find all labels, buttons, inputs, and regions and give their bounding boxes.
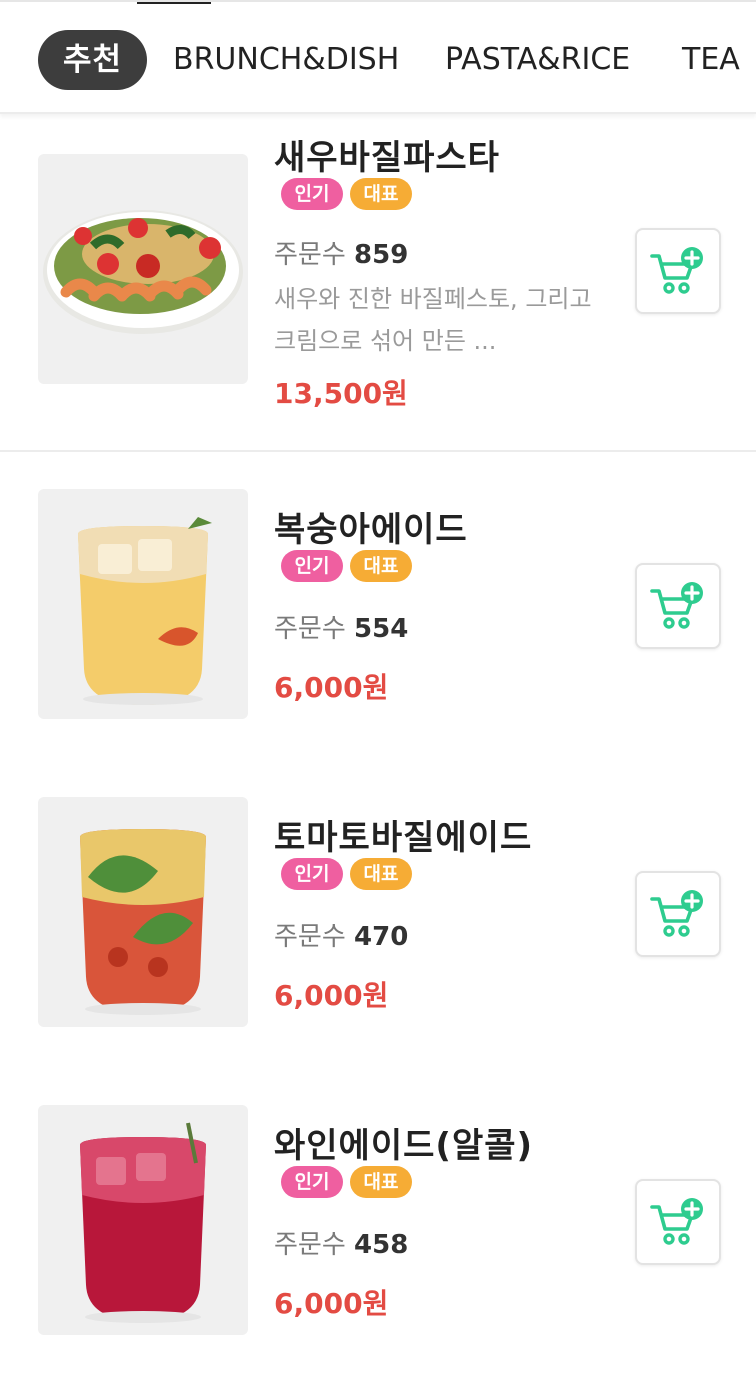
order-count-label: 주문수: [274, 240, 346, 270]
order-count-value: 859: [354, 240, 409, 270]
menu-item[interactable]: 새우바질파스타 인기 대표 주문수 859 새우와 진한 바질페스토, 그리고 …: [0, 138, 756, 452]
menu-item-name: 새우바질파스타: [274, 138, 500, 178]
badge-popular: 인기: [281, 858, 343, 890]
menu-item-name: 토마토바질에이드: [274, 818, 533, 858]
badge-popular: 인기: [281, 550, 343, 582]
order-count-label: 주문수: [274, 1230, 346, 1260]
menu-item-image: [38, 1105, 248, 1335]
order-count: 주문수 554: [274, 608, 408, 645]
badge-signature: 대표: [350, 858, 412, 890]
order-count: 주문수 458: [274, 1224, 408, 1261]
tab-pasta-rice[interactable]: PASTA&RICE: [445, 30, 630, 90]
menu-item[interactable]: 복숭아에이드 인기 대표 주문수 554 6,000원: [0, 452, 756, 762]
tab-tea[interactable]: TEA: [682, 30, 740, 90]
scroll-indicator: [137, 2, 211, 4]
badge-signature: 대표: [350, 1166, 412, 1198]
add-to-cart-icon: [650, 582, 703, 629]
menu-item-price: 6,000원: [274, 1287, 389, 1320]
badge-popular: 인기: [281, 1166, 343, 1198]
order-count-value: 458: [354, 1230, 409, 1260]
order-count-value: 554: [354, 614, 409, 644]
add-to-cart-button[interactable]: [635, 563, 721, 649]
menu-item-description: 새우와 진한 바질페스토, 그리고 크림으로 섞어 만든 ...: [274, 285, 592, 355]
menu-item-image: [38, 154, 248, 384]
menu-item[interactable]: 와인에이드(알콜) 인기 대표 주문수 458 6,000원: [0, 1068, 756, 1376]
badge-signature: 대표: [350, 178, 412, 210]
order-count-value: 470: [354, 922, 409, 952]
category-tab-bar: 추천 BRUNCH&DISH PASTA&RICE TEA: [0, 0, 756, 114]
add-to-cart-button[interactable]: [635, 871, 721, 957]
order-count-label: 주문수: [274, 614, 346, 644]
tab-recommend[interactable]: 추천: [38, 30, 147, 90]
add-to-cart-icon: [650, 1198, 703, 1245]
order-count: 주문수 859: [274, 234, 408, 271]
menu-item-price: 6,000원: [274, 979, 389, 1012]
tab-brunch-dish[interactable]: BRUNCH&DISH: [173, 30, 399, 90]
menu-item[interactable]: 토마토바질에이드 인기 대표 주문수 470 6,000원: [0, 760, 756, 1070]
badge-signature: 대표: [350, 550, 412, 582]
menu-item-name: 와인에이드(알콜): [274, 1126, 534, 1166]
add-to-cart-button[interactable]: [635, 1179, 721, 1265]
add-to-cart-button[interactable]: [635, 228, 721, 314]
menu-item-image: [38, 797, 248, 1027]
add-to-cart-icon: [650, 890, 703, 937]
order-count: 주문수 470: [274, 916, 408, 953]
menu-item-name: 복숭아에이드: [274, 510, 468, 550]
menu-item-image: [38, 489, 248, 719]
add-to-cart-icon: [650, 247, 703, 294]
badge-popular: 인기: [281, 178, 343, 210]
menu-item-price: 6,000원: [274, 671, 389, 704]
order-count-label: 주문수: [274, 922, 346, 952]
menu-item-price: 13,500원: [274, 377, 408, 410]
